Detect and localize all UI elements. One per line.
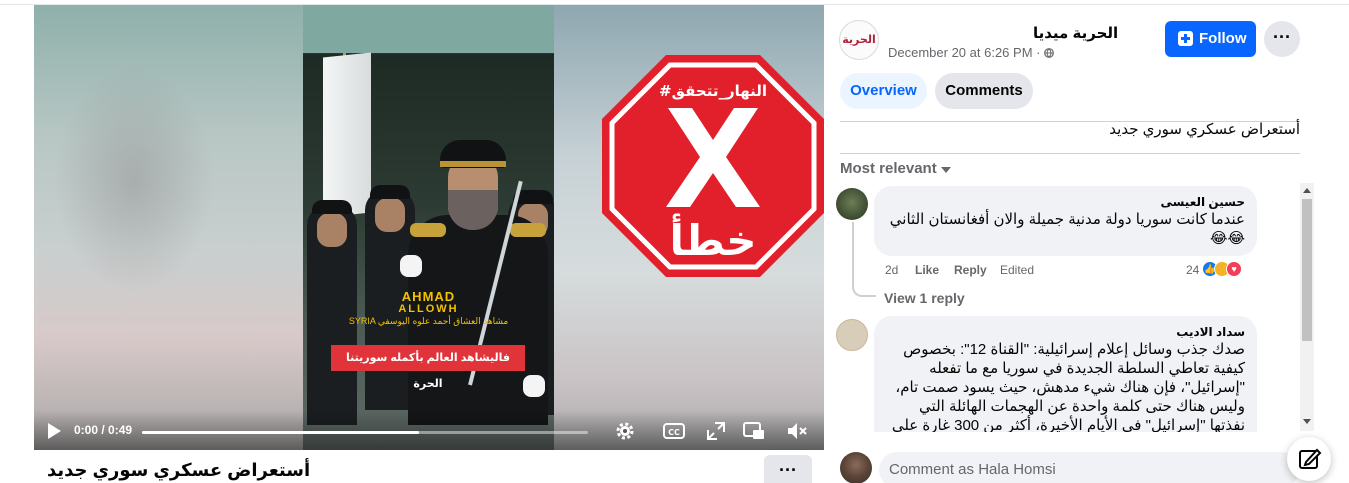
svg-text:CC: CC: [668, 428, 680, 437]
epaulette: [510, 223, 546, 237]
comment-reply-button[interactable]: Reply: [954, 263, 987, 277]
video-controls: 0:00 / 0:49 CC: [34, 410, 824, 450]
watermark-country: SYRIA: [348, 316, 376, 326]
follow-plus-icon: [1178, 31, 1193, 46]
tab-overview[interactable]: Overview: [840, 73, 927, 109]
comment-input[interactable]: Comment as Hala Homsi: [879, 452, 1299, 483]
video-frame: AHMAD ALLOWH SYRIA مشاهد العشاق أحمد علو…: [303, 5, 554, 450]
video-progress-fill: [142, 431, 419, 434]
commenter-avatar[interactable]: [836, 319, 868, 351]
comment-like-button[interactable]: Like: [915, 263, 939, 277]
expand-icon[interactable]: [705, 420, 727, 442]
background-soldier-cap: [312, 200, 352, 214]
comment-text-line: كيفية تعاطي السلطة الجديدة في سوريا مع م…: [929, 360, 1245, 377]
comments-list: حسين العيسى عندما كانت سوريا دولة مدنية …: [830, 182, 1318, 432]
comment-author[interactable]: سداد الاديب: [886, 324, 1245, 340]
comments-scrollbar[interactable]: [1300, 183, 1314, 431]
watermark-line1: AHMAD: [401, 289, 456, 304]
stop-sign-verdict: خطأ: [670, 213, 757, 265]
video-caption: فاليشاهد العالم بأكمله سوريتنا الحرة: [331, 345, 525, 390]
reply-thread-line: [852, 222, 876, 297]
white-glove: [523, 375, 545, 397]
edit-pencil-icon: [1299, 448, 1322, 469]
officer-cap-band: [440, 161, 506, 167]
scroll-up-arrow-icon[interactable]: [1303, 188, 1311, 193]
comment-text-line: وليس هناك حتى كلمة واحدة عن الهجمات الها…: [919, 398, 1245, 415]
watermark-arabic: مشاهد العشاق أحمد علوه اليوسفي: [377, 316, 509, 326]
comment-text: عندما كانت سوريا دولة مدنية جميلة والان …: [889, 211, 1245, 228]
picture-in-picture-icon[interactable]: [743, 420, 765, 442]
video-post-title: أستعراض عسكري سوري جديد: [47, 460, 311, 480]
scroll-down-arrow-icon[interactable]: [1303, 419, 1311, 424]
video-player[interactable]: AHMAD ALLOWH SYRIA مشاهد العشاق أحمد علو…: [34, 5, 824, 450]
comment-text-line: "إسرائيل"، فإن هناك شيء مدهش، حيث يسود ص…: [895, 379, 1245, 396]
video-sky: [303, 5, 554, 53]
comment-text-line: صدك جذب وسائل إعلام إسرائيلية: "القناة 1…: [903, 341, 1245, 358]
comment-bubble: سداد الاديب صدك جذب وسائل إعلام إسرائيلي…: [874, 316, 1257, 432]
comment-bubble: حسين العيسى عندما كانت سوريا دولة مدنية …: [874, 186, 1257, 256]
love-reaction-icon: ♥: [1226, 261, 1242, 277]
post-more-options-button[interactable]: ···: [1264, 21, 1300, 57]
video-watermark: AHMAD ALLOWH SYRIA مشاهد العشاق أحمد علو…: [303, 290, 554, 327]
tab-comments[interactable]: Comments: [935, 73, 1033, 109]
post-date-text: December 20 at 6:26 PM ·: [888, 45, 1045, 60]
comment-emoji: 😂😂: [1209, 230, 1245, 247]
scrollbar-thumb[interactable]: [1302, 199, 1312, 341]
new-message-button[interactable]: [1287, 437, 1331, 481]
view-replies-link[interactable]: View 1 reply: [884, 290, 965, 306]
commenter-avatar[interactable]: [836, 188, 868, 220]
white-glove: [400, 255, 422, 277]
play-icon[interactable]: [48, 423, 61, 439]
chevron-down-icon[interactable]: [941, 167, 951, 173]
reaction-count[interactable]: 24: [1186, 263, 1199, 277]
follow-label: Follow: [1199, 30, 1247, 47]
closed-captions-icon[interactable]: CC: [663, 420, 685, 442]
comment-sort-dropdown[interactable]: Most relevant: [840, 160, 937, 177]
video-blur-left: [34, 5, 304, 450]
follow-button[interactable]: Follow: [1165, 21, 1256, 57]
page-name-link[interactable]: الحرية ميديا: [1033, 24, 1118, 42]
stop-sign-hashtag: #النهار_تتحقق: [659, 82, 767, 100]
epaulette: [410, 223, 446, 237]
volume-muted-icon[interactable]: [786, 420, 808, 442]
comment-author[interactable]: حسين العيسى: [886, 194, 1245, 210]
current-user-avatar: [840, 452, 872, 483]
video-progress-bar[interactable]: [142, 431, 588, 434]
watermark-line2: ALLOWH: [398, 303, 459, 315]
watermark-line3: SYRIA مشاهد العشاق أحمد علوه اليوسفي: [303, 315, 554, 327]
white-flag: [323, 52, 371, 218]
comment-text-line: نفذتها "إسرائيل" في الأيام الأخيرة، أكثر…: [891, 417, 1245, 432]
settings-gear-icon[interactable]: [614, 420, 636, 442]
comment-time[interactable]: 2d: [885, 263, 898, 277]
comment-edited-label: Edited: [1000, 263, 1035, 277]
video-more-options-button[interactable]: ···: [764, 455, 812, 483]
globe-icon: [1044, 48, 1054, 58]
page-avatar[interactable]: الحرية: [839, 20, 879, 60]
fact-check-false-stop-sign: #النهار_تتحقق خطأ: [602, 55, 824, 277]
post-timestamp[interactable]: December 20 at 6:26 PM ·: [888, 45, 1054, 60]
post-caption: أستعراض عسكري سوري جديد: [1109, 121, 1300, 138]
caption-divider: [840, 153, 1300, 154]
facebook-video-post-page: AHMAD ALLOWH SYRIA مشاهد العشاق أحمد علو…: [0, 0, 1349, 483]
video-time: 0:00 / 0:49: [74, 423, 133, 437]
